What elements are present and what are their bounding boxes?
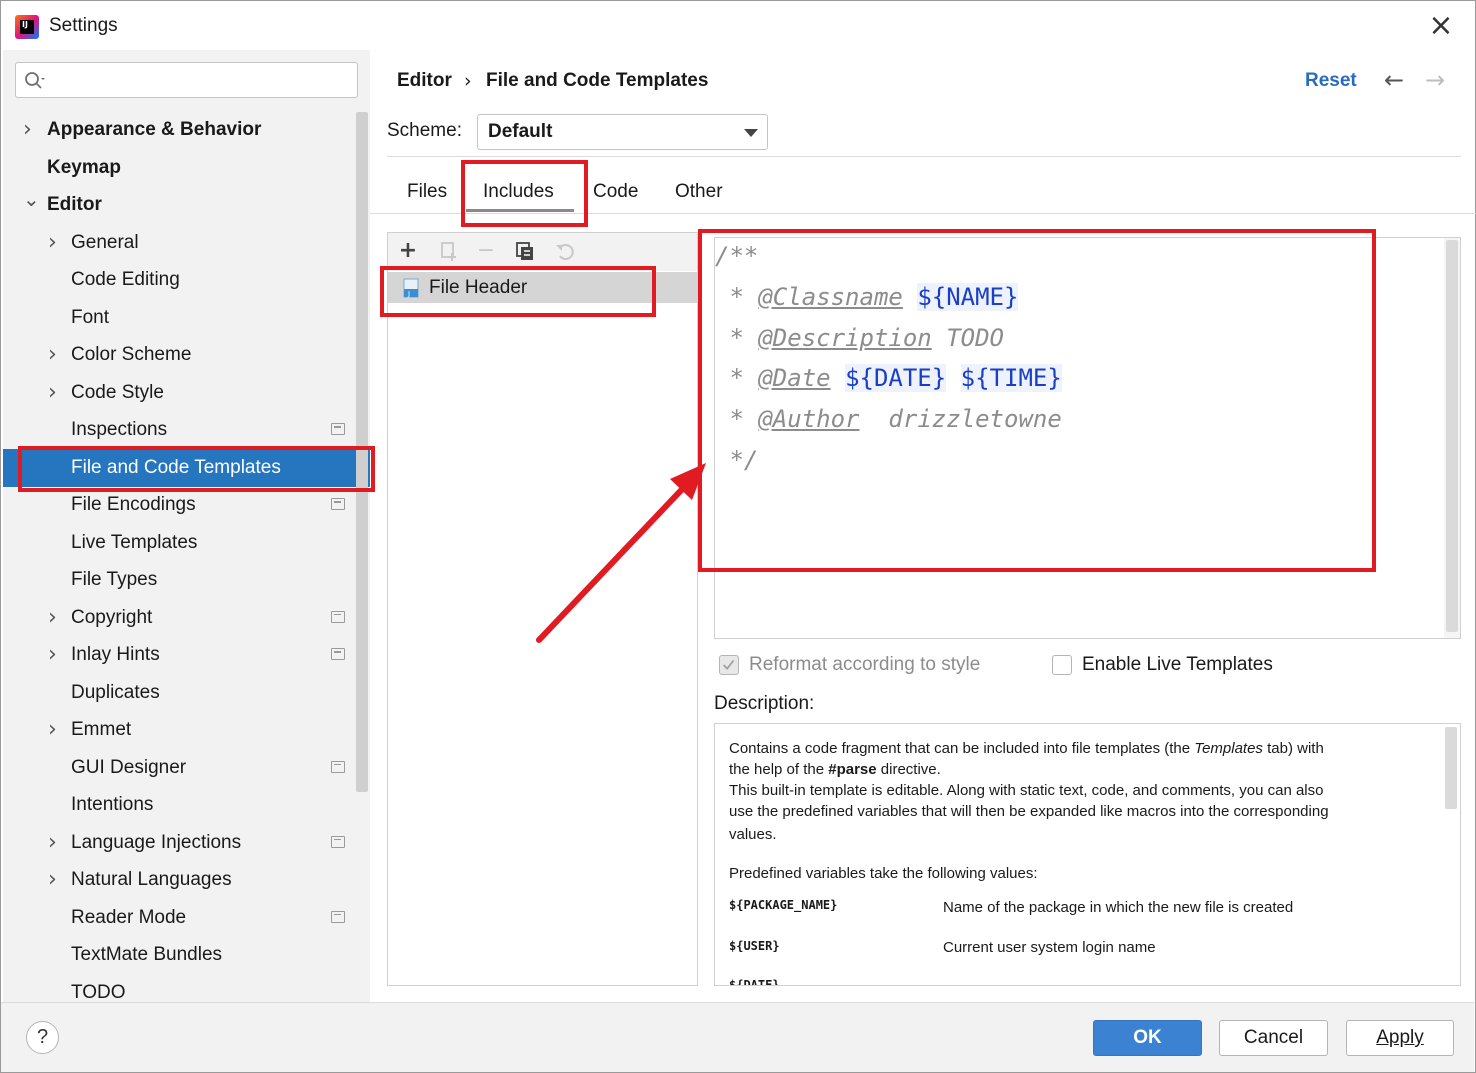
reformat-checkbox[interactable] xyxy=(719,655,739,675)
description-line: use the predefined variables that will t… xyxy=(729,803,1329,820)
sidebar-item-duplicates[interactable]: Duplicates xyxy=(71,674,160,711)
chevron-right-icon[interactable]: › xyxy=(48,599,62,636)
add-icon[interactable]: + xyxy=(397,240,419,262)
chevron-right-icon[interactable]: › xyxy=(48,224,62,261)
project-scope-icon xyxy=(331,498,345,510)
chevron-right-icon[interactable]: › xyxy=(48,374,62,411)
description-heading: Description: xyxy=(714,693,815,714)
tab-files[interactable]: Files xyxy=(407,181,447,203)
apply-button[interactable]: Apply xyxy=(1346,1020,1454,1056)
scheme-label: Scheme: xyxy=(387,120,462,141)
forward-arrow-icon[interactable]: → xyxy=(1425,66,1445,94)
copy-icon[interactable] xyxy=(514,240,536,262)
annotation-box-sidebar-selection xyxy=(18,446,375,492)
project-scope-icon xyxy=(331,423,345,435)
sidebar-item-code-style[interactable]: Code Style xyxy=(71,374,164,411)
sidebar-item-keymap[interactable]: Keymap xyxy=(47,149,121,186)
project-scope-icon xyxy=(331,648,345,660)
project-scope-icon xyxy=(331,835,345,848)
chevron-right-icon[interactable]: › xyxy=(48,336,62,373)
annotation-box-includes-tab xyxy=(461,160,588,227)
help-button[interactable]: ? xyxy=(26,1021,59,1054)
description-line: This built-in template is editable. Alon… xyxy=(729,782,1324,799)
divider xyxy=(387,156,1461,157)
breadcrumb-editor[interactable]: Editor xyxy=(397,70,452,92)
tab-other[interactable]: Other xyxy=(675,181,723,203)
project-scope-icon xyxy=(331,910,345,923)
check-icon xyxy=(722,659,735,670)
chevron-right-icon[interactable]: › xyxy=(23,111,37,148)
reset-to-default-icon[interactable] xyxy=(554,240,576,262)
enable-live-templates-label: Enable Live Templates xyxy=(1082,654,1273,675)
sidebar-item-inlay-hints[interactable]: Inlay Hints xyxy=(71,636,160,673)
annotation-arrow xyxy=(536,463,706,643)
ok-button[interactable]: OK xyxy=(1093,1020,1202,1056)
reset-link[interactable]: Reset xyxy=(1305,70,1357,92)
variable-name: ${PACKAGE_NAME} xyxy=(729,898,838,912)
sidebar-item-appearance-behavior[interactable]: Appearance & Behavior xyxy=(47,111,261,148)
sidebar-item-editor[interactable]: Editor xyxy=(47,186,102,223)
enable-live-templates-checkbox[interactable] xyxy=(1052,655,1072,675)
sidebar-item-file-types[interactable]: File Types xyxy=(71,561,157,598)
annotation-box-file-header xyxy=(380,266,656,317)
sidebar-item-live-templates[interactable]: Live Templates xyxy=(71,524,197,561)
project-scope-icon xyxy=(331,760,345,773)
chevron-right-icon[interactable]: › xyxy=(48,824,62,861)
sidebar-item-font[interactable]: Font xyxy=(71,299,109,336)
breadcrumb-separator: › xyxy=(464,70,472,92)
chevron-right-icon[interactable]: › xyxy=(48,636,62,673)
chevron-right-icon[interactable]: › xyxy=(48,861,62,898)
remove-icon[interactable]: − xyxy=(475,240,497,262)
sidebar-item-gui-designer[interactable]: GUI Designer xyxy=(71,749,186,786)
description-line: Contains a code fragment that can be inc… xyxy=(729,740,1324,757)
editor-scrollbar-thumb[interactable] xyxy=(1446,240,1458,632)
window-title: Settings xyxy=(49,15,118,36)
settings-search-input[interactable] xyxy=(15,62,358,98)
dropdown-caret-icon xyxy=(744,129,758,137)
description-line: the help of the #parse directive. xyxy=(729,761,941,778)
page-title: File and Code Templates xyxy=(486,70,709,91)
variable-name: ${USER} xyxy=(729,939,780,953)
cancel-button[interactable]: Cancel xyxy=(1219,1020,1328,1056)
sidebar-item-color-scheme[interactable]: Color Scheme xyxy=(71,336,191,373)
close-icon[interactable]: × xyxy=(1425,11,1457,43)
variable-name: ${DATE} xyxy=(729,978,780,986)
description-panel: Contains a code fragment that can be inc… xyxy=(714,723,1461,986)
scheme-value: Default xyxy=(488,121,553,142)
sidebar-item-inspections[interactable]: Inspections xyxy=(71,411,167,448)
sidebar-item-copyright[interactable]: Copyright xyxy=(71,599,152,636)
intellij-app-icon: IJ xyxy=(15,15,39,39)
project-scope-icon xyxy=(331,610,345,623)
description-scrollbar-thumb[interactable] xyxy=(1445,727,1457,809)
back-arrow-icon[interactable]: ← xyxy=(1384,66,1404,94)
chevron-right-icon[interactable]: › xyxy=(48,711,62,748)
variable-description: Current user system login name xyxy=(943,939,1156,956)
sidebar-item-language-injections[interactable]: Language Injections xyxy=(71,824,241,861)
add-child-template-icon[interactable] xyxy=(438,240,460,262)
title-bar: IJ Settings × xyxy=(1,1,1474,51)
chevron-down-icon[interactable]: ⌄ xyxy=(23,186,40,223)
predefined-heading: Predefined variables take the following … xyxy=(729,865,1038,882)
sidebar-item-natural-languages[interactable]: Natural Languages xyxy=(71,861,232,898)
sidebar-item-emmet[interactable]: Emmet xyxy=(71,711,131,748)
sidebar-item-general[interactable]: General xyxy=(71,224,139,261)
sidebar-item-textmate-bundles[interactable]: TextMate Bundles xyxy=(71,936,222,973)
search-icon xyxy=(25,72,45,89)
description-line: values. xyxy=(729,826,777,843)
reformat-label: Reformat according to style xyxy=(749,654,981,675)
sidebar-item-reader-mode[interactable]: Reader Mode xyxy=(71,899,186,936)
sidebar-item-code-editing[interactable]: Code Editing xyxy=(71,261,180,298)
tab-code[interactable]: Code xyxy=(593,181,638,203)
annotation-box-code xyxy=(698,229,1376,572)
variable-description: Name of the package in which the new fil… xyxy=(943,899,1294,916)
sidebar-item-intentions[interactable]: Intentions xyxy=(71,786,153,823)
scheme-dropdown[interactable]: Default xyxy=(477,114,768,150)
